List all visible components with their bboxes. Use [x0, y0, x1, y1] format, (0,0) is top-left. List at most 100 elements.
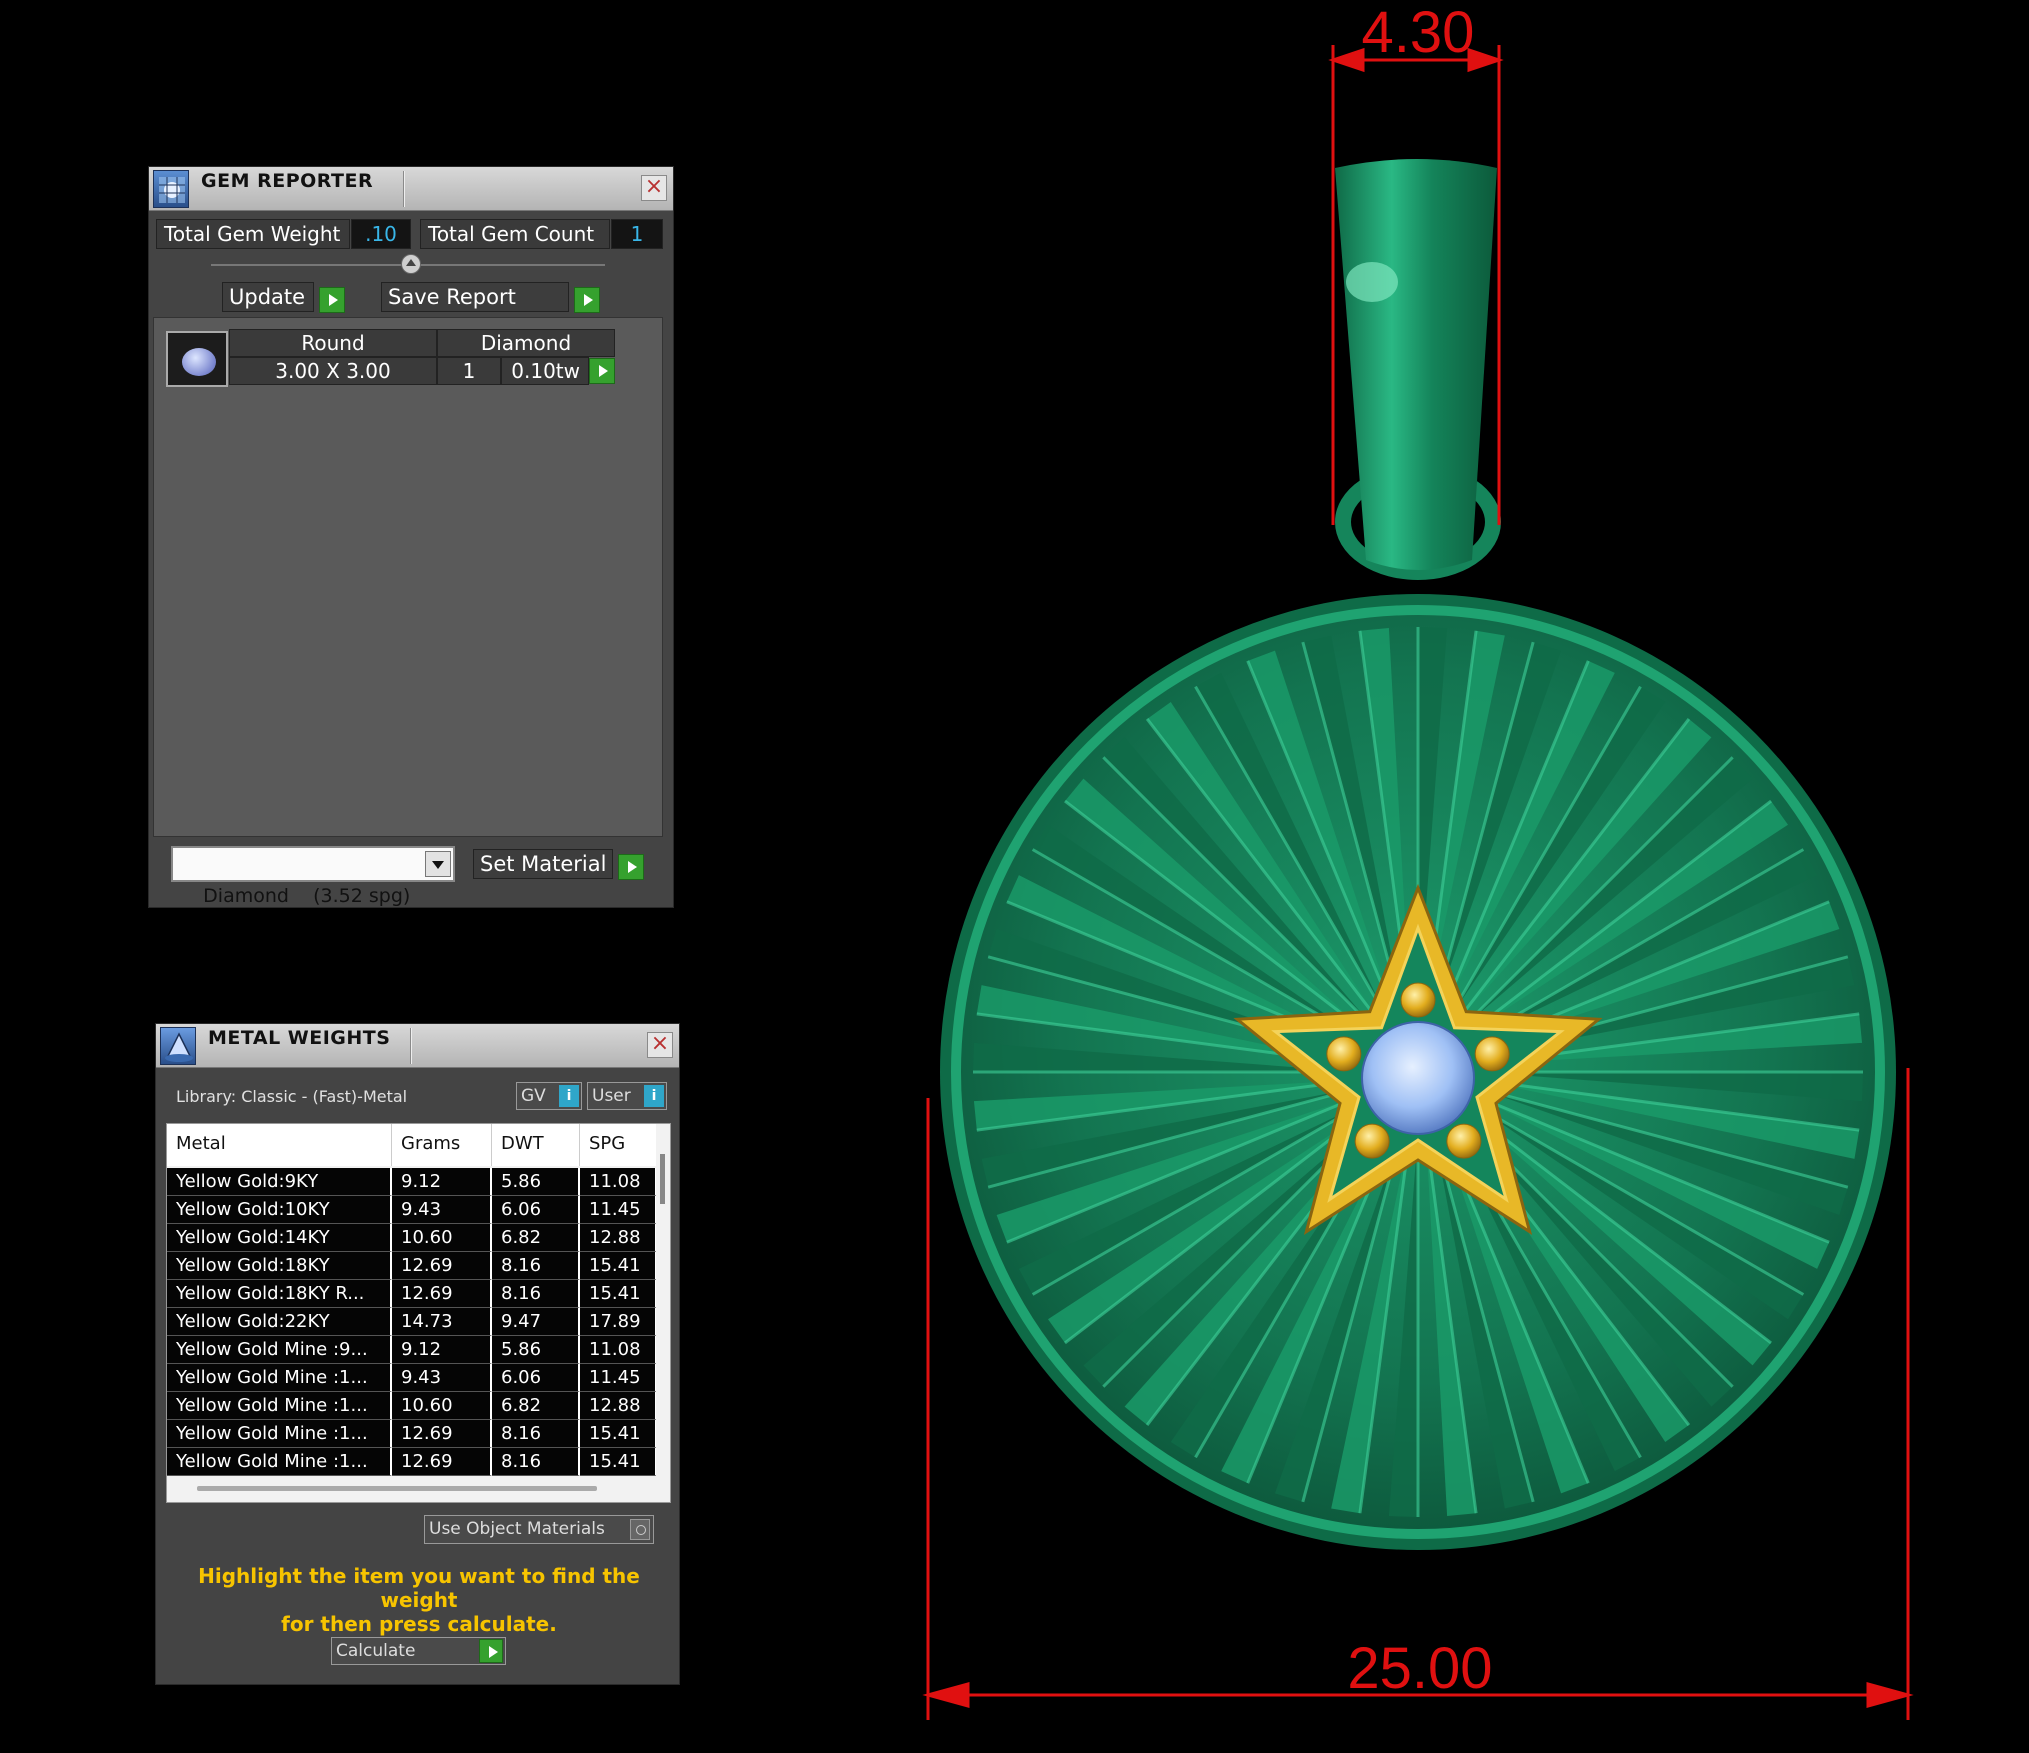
cell-spg: 15.41	[580, 1420, 657, 1448]
set-material-go-icon[interactable]	[618, 853, 645, 880]
gem-reporter-close-button[interactable]: ×	[641, 175, 667, 201]
calculate-label: Calculate	[336, 1641, 416, 1661]
cell-dwt: 6.82	[492, 1392, 580, 1420]
update-button[interactable]: Update	[222, 282, 346, 313]
title-separator	[403, 171, 405, 207]
cell-grams: 9.12	[392, 1336, 492, 1364]
total-gem-count-label: Total Gem Count	[420, 219, 610, 249]
cell-metal-name: Yellow Gold:10KY	[167, 1196, 392, 1224]
calculate-button[interactable]: Calculate	[331, 1637, 506, 1665]
cell-metal-name: Yellow Gold:18KY R...	[167, 1280, 392, 1308]
pendant-diameter-dimension: 25.00	[1347, 1636, 1492, 1701]
gem-weight: 0.10tw	[501, 357, 589, 385]
save-report-go-icon[interactable]	[574, 286, 601, 313]
gem-reporter-panel: GEM REPORTER × Total Gem Weight .10 Tota…	[148, 166, 674, 908]
gem-preview-icon	[182, 348, 216, 376]
cell-spg: 15.41	[580, 1280, 657, 1308]
table-row[interactable]: Yellow Gold:18KY 12.69 8.16 15.41	[167, 1252, 657, 1280]
cell-grams: 12.69	[392, 1448, 492, 1476]
table-row[interactable]: Yellow Gold:10KY 9.43 6.06 11.45	[167, 1196, 657, 1224]
metal-weights-icon	[160, 1027, 196, 1065]
gold-prong	[1474, 1036, 1510, 1072]
metal-table[interactable]: Metal Grams DWT SPG Yellow Gold:9KY 9.12 5…	[166, 1123, 671, 1503]
pendant-render: 4.30 25.00	[922, 0, 1914, 1720]
table-row[interactable]: Yellow Gold Mine :1... 9.43 6.06 11.45	[167, 1364, 657, 1392]
bail-highlight	[1346, 262, 1398, 302]
table-row[interactable]: Yellow Gold Mine :9... 9.12 5.86 11.08	[167, 1336, 657, 1364]
horizontal-scrollbar[interactable]	[197, 1486, 597, 1491]
cell-spg: 17.89	[580, 1308, 657, 1336]
radio-icon[interactable]	[630, 1519, 650, 1540]
metal-weights-close-button[interactable]: ×	[647, 1032, 673, 1058]
cell-grams: 12.69	[392, 1280, 492, 1308]
column-header-spg[interactable]: SPG	[580, 1124, 657, 1166]
cell-metal-name: Yellow Gold Mine :1...	[167, 1392, 392, 1420]
total-gem-count-value: 1	[611, 219, 663, 249]
set-material-label: Set Material	[473, 849, 613, 879]
column-header-metal[interactable]: Metal	[167, 1124, 392, 1166]
cell-spg: 11.45	[580, 1364, 657, 1392]
gem-row-go-icon[interactable]	[589, 358, 615, 384]
cell-grams: 9.43	[392, 1364, 492, 1392]
cell-dwt: 8.16	[492, 1252, 580, 1280]
cell-grams: 10.60	[392, 1224, 492, 1252]
table-row[interactable]: Yellow Gold Mine :1... 12.69 8.16 15.41	[167, 1448, 657, 1476]
slider-handle[interactable]	[401, 254, 421, 274]
gem-list[interactable]: Round Diamond 3.00 X 3.00 1 0.10tw	[153, 317, 663, 837]
column-header-grams[interactable]: Grams	[392, 1124, 492, 1166]
gv-toggle[interactable]: GV i	[516, 1082, 582, 1110]
instruction-line-1: Highlight the item you want to find the …	[198, 1564, 640, 1612]
calculate-go-icon[interactable]	[479, 1639, 503, 1663]
title-separator	[410, 1028, 412, 1064]
cell-dwt: 8.16	[492, 1448, 580, 1476]
3d-viewport[interactable]: 4.30 25.00	[880, 0, 2029, 1753]
update-go-icon[interactable]	[319, 286, 346, 313]
set-material-button[interactable]: Set Material	[473, 849, 645, 880]
gold-prong	[1354, 1123, 1390, 1159]
material-select[interactable]: Diamond (3.52 spg)	[171, 846, 455, 907]
instruction-line-2: for then press calculate.	[281, 1612, 557, 1636]
cell-dwt: 9.47	[492, 1308, 580, 1336]
cell-spg: 15.41	[580, 1448, 657, 1476]
metal-weights-panel: METAL WEIGHTS × Library: Classic - (Fast…	[155, 1023, 680, 1685]
table-row[interactable]: Yellow Gold Mine :1... 12.69 8.16 15.41	[167, 1420, 657, 1448]
metal-weights-titlebar[interactable]: METAL WEIGHTS ×	[156, 1024, 679, 1068]
gold-prong	[1400, 982, 1436, 1018]
cell-metal-name: Yellow Gold:9KY	[167, 1168, 392, 1196]
gold-prong	[1326, 1036, 1362, 1072]
cell-dwt: 8.16	[492, 1420, 580, 1448]
user-info-icon[interactable]: i	[644, 1085, 664, 1107]
cell-spg: 15.41	[580, 1252, 657, 1280]
column-header-dwt[interactable]: DWT	[492, 1124, 580, 1166]
table-row[interactable]: Yellow Gold:14KY 10.60 6.82 12.88	[167, 1224, 657, 1252]
table-row[interactable]: Yellow Gold Mine :1... 10.60 6.82 12.88	[167, 1392, 657, 1420]
table-row[interactable]: Yellow Gold:9KY 9.12 5.86 11.08	[167, 1168, 657, 1196]
use-object-materials-option[interactable]: Use Object Materials	[424, 1515, 654, 1544]
cell-grams: 12.69	[392, 1420, 492, 1448]
gem-thumbnail[interactable]	[166, 331, 228, 387]
scrollbar-thumb[interactable]	[660, 1154, 665, 1204]
cell-grams: 9.43	[392, 1196, 492, 1224]
update-label: Update	[222, 282, 314, 312]
metal-weights-title: METAL WEIGHTS	[208, 1027, 391, 1049]
table-row[interactable]: Yellow Gold:18KY R... 12.69 8.16 15.41	[167, 1280, 657, 1308]
instruction-text: Highlight the item you want to find the …	[176, 1564, 662, 1636]
cell-dwt: 5.86	[492, 1168, 580, 1196]
center-gem	[1361, 1021, 1475, 1135]
chevron-down-icon[interactable]	[425, 851, 451, 877]
cell-metal-name: Yellow Gold Mine :1...	[167, 1448, 392, 1476]
save-report-label: Save Report	[381, 282, 569, 312]
gv-info-icon[interactable]: i	[559, 1085, 579, 1107]
cell-grams: 12.69	[392, 1252, 492, 1280]
gem-reporter-titlebar[interactable]: GEM REPORTER ×	[149, 167, 673, 211]
table-row[interactable]: Yellow Gold:22KY 14.73 9.47 17.89	[167, 1308, 657, 1336]
cell-dwt: 6.82	[492, 1224, 580, 1252]
metal-table-header: Metal Grams DWT SPG	[167, 1124, 657, 1166]
user-label: User	[592, 1086, 631, 1106]
cell-grams: 14.73	[392, 1308, 492, 1336]
gem-count: 1	[437, 357, 501, 385]
save-report-button[interactable]: Save Report	[381, 282, 601, 313]
cell-grams: 10.60	[392, 1392, 492, 1420]
user-toggle[interactable]: User i	[587, 1082, 667, 1110]
vertical-scrollbar[interactable]	[656, 1124, 670, 1502]
